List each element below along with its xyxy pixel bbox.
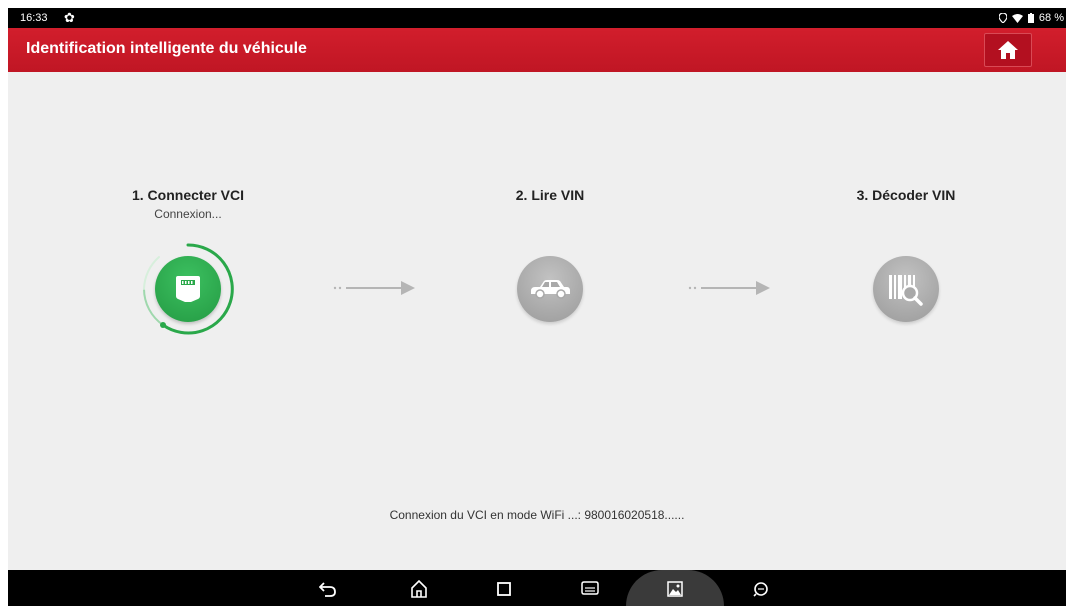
- browser-icon: [753, 582, 768, 597]
- car-icon: [531, 280, 570, 299]
- step-3-title: 3. Décoder VIN: [856, 187, 956, 203]
- recents-icon: [497, 582, 511, 596]
- navigation-bar: [8, 570, 1066, 606]
- step-1-status: Connexion...: [154, 207, 222, 221]
- gear-icon: ✿: [64, 10, 75, 25]
- home-icon: [411, 580, 427, 598]
- vci-icon: [581, 581, 599, 595]
- location-icon: [998, 13, 1007, 23]
- browser-button[interactable]: [750, 578, 772, 600]
- step-3-icon-circle: [873, 256, 939, 322]
- arrow-icon: [688, 281, 770, 295]
- page-title: Identification intelligente du véhicule: [26, 40, 307, 57]
- barcode-search-icon: [889, 275, 923, 306]
- status-message: Connexion du VCI en mode WiFi ...: 98001…: [389, 508, 685, 522]
- step-1-icon-circle: [155, 256, 221, 322]
- screenshot-button[interactable]: [664, 578, 686, 600]
- back-icon: [319, 582, 336, 597]
- step-2-title: 2. Lire VIN: [515, 187, 585, 203]
- vci-connector-icon: [176, 276, 200, 302]
- status-bar: 16:33 ✿ 68 %: [8, 8, 1066, 28]
- home-button[interactable]: [984, 33, 1032, 67]
- step-1-title: 1. Connecter VCI: [131, 187, 245, 203]
- home-icon: [998, 41, 1018, 59]
- vci-button[interactable]: [579, 578, 601, 600]
- recents-button[interactable]: [493, 578, 515, 600]
- back-button[interactable]: [317, 578, 339, 600]
- status-right: 68 %: [998, 12, 1064, 24]
- step-2-icon-circle: [517, 256, 583, 322]
- battery-icon: [1027, 13, 1034, 23]
- app-header: Identification intelligente du véhicule: [8, 28, 1066, 72]
- nav-home-button[interactable]: [408, 578, 430, 600]
- screen: 16:33 ✿ 68 % Identification intelligente…: [8, 8, 1066, 606]
- arrow-icon: [333, 281, 415, 295]
- status-time: 16:33: [20, 12, 48, 24]
- screenshot-icon: [667, 581, 683, 597]
- battery-percent: 68 %: [1038, 12, 1064, 24]
- wifi-icon: [1011, 13, 1023, 23]
